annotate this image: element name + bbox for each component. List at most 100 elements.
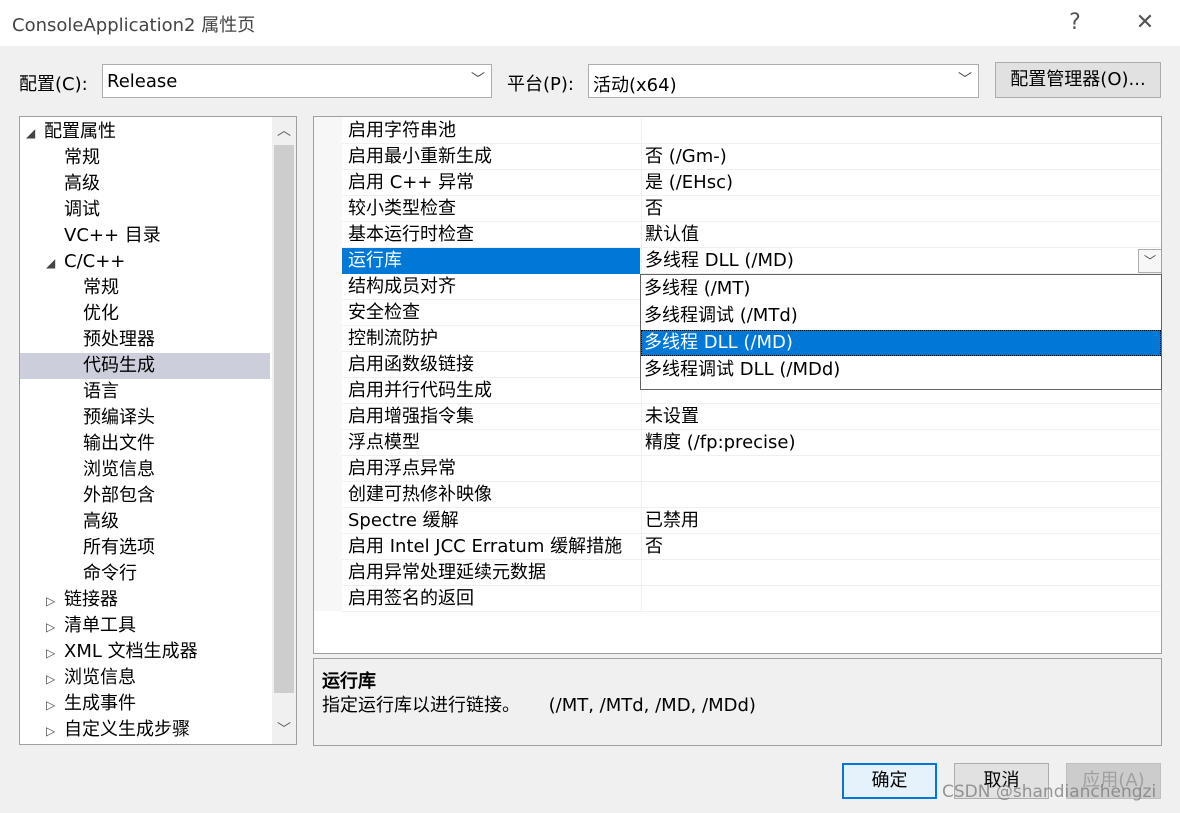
- tree-item-label: 清单工具: [64, 615, 136, 636]
- column-divider: [641, 430, 642, 456]
- tree-scrollbar[interactable]: ︿ ﹀: [272, 117, 296, 744]
- property-name: 运行库: [348, 250, 402, 271]
- scroll-down-icon[interactable]: ﹀: [272, 718, 296, 742]
- platform-value: 活动(x64): [593, 75, 677, 96]
- expand-icon[interactable]: ▷: [46, 588, 64, 614]
- tree-item[interactable]: 预编译头: [20, 405, 270, 431]
- property-row[interactable]: 启用 Intel JCC Erratum 缓解措施 否: [342, 534, 1161, 560]
- property-name: 启用字符串池: [348, 120, 456, 141]
- property-name: 启用签名的返回: [348, 588, 474, 609]
- dropdown-option[interactable]: 多线程调试 DLL (/MDd): [641, 357, 1161, 383]
- tree-item-label: 常规: [83, 277, 119, 298]
- column-divider: [641, 222, 642, 248]
- expand-icon[interactable]: ▷: [46, 692, 64, 718]
- tree-item[interactable]: VC++ 目录: [20, 223, 270, 249]
- tree-item-label: 常规: [64, 147, 100, 168]
- tree-item[interactable]: 所有选项: [20, 535, 270, 561]
- property-row[interactable]: Spectre 缓解 已禁用: [342, 508, 1161, 534]
- property-value[interactable]: 多线程 DLL (/MD): [645, 248, 794, 274]
- property-value[interactable]: 否: [645, 196, 663, 222]
- runtime-library-dropdown[interactable]: 多线程 (/MT) 多线程调试 (/MTd) 多线程 DLL (/MD) 多线程调试 …: [640, 274, 1162, 390]
- column-divider: [641, 560, 642, 586]
- property-value[interactable]: 是 (/EHsc): [645, 170, 733, 196]
- chevron-down-icon[interactable]: ﹀: [1138, 249, 1161, 273]
- config-manager-button[interactable]: 配置管理器(O)...: [995, 62, 1161, 98]
- property-value[interactable]: 默认值: [645, 222, 699, 248]
- property-name: 启用 Intel JCC Erratum 缓解措施: [348, 536, 623, 557]
- tree-item[interactable]: ◢ C/C++: [20, 249, 270, 275]
- tree-item-label: 高级: [83, 511, 119, 532]
- tree-item[interactable]: 浏览信息: [20, 457, 270, 483]
- property-row[interactable]: 浮点模型 精度 (/fp:precise): [342, 430, 1161, 456]
- property-name: 启用增强指令集: [348, 406, 474, 427]
- property-row[interactable]: 启用增强指令集 未设置: [342, 404, 1161, 430]
- tree-item[interactable]: ▷ 链接器: [20, 587, 270, 613]
- tree-item[interactable]: ▷ XML 文档生成器: [20, 639, 270, 665]
- tree-item[interactable]: 预处理器: [20, 327, 270, 353]
- property-row[interactable]: 启用异常处理延续元数据: [342, 560, 1161, 586]
- ok-button[interactable]: 确定: [842, 763, 937, 799]
- tree-item-label: 链接器: [64, 589, 118, 610]
- property-value[interactable]: 精度 (/fp:precise): [645, 430, 796, 456]
- tree-item[interactable]: ▷ 生成事件: [20, 691, 270, 717]
- property-value[interactable]: 未设置: [645, 404, 699, 430]
- property-row[interactable]: 运行库 多线程 DLL (/MD) ﹀: [342, 248, 1161, 274]
- property-value[interactable]: 否: [645, 534, 663, 560]
- property-name: 启用最小重新生成: [348, 146, 492, 167]
- tree-item[interactable]: ◢ 配置属性: [20, 119, 270, 145]
- config-value: Release: [107, 71, 178, 92]
- property-row[interactable]: 较小类型检查 否: [342, 196, 1161, 222]
- tree-item[interactable]: 常规: [20, 145, 270, 171]
- expand-icon[interactable]: ▷: [46, 718, 64, 744]
- property-row[interactable]: 启用签名的返回: [342, 586, 1161, 612]
- scroll-up-icon[interactable]: ︿: [272, 119, 296, 143]
- property-name: 浮点模型: [348, 432, 420, 453]
- scroll-thumb[interactable]: [274, 145, 294, 693]
- dropdown-option[interactable]: 多线程调试 (/MTd): [641, 303, 1161, 329]
- tree-item[interactable]: 代码生成: [20, 353, 270, 379]
- property-name: 安全检查: [348, 302, 420, 323]
- collapse-icon[interactable]: ◢: [26, 120, 44, 146]
- property-row[interactable]: 基本运行时检查 默认值: [342, 222, 1161, 248]
- property-row[interactable]: 启用 C++ 异常 是 (/EHsc): [342, 170, 1161, 196]
- tree-item[interactable]: 常规: [20, 275, 270, 301]
- tree-item-label: 自定义生成步骤: [64, 719, 190, 740]
- tree-item[interactable]: 语言: [20, 379, 270, 405]
- tree-item[interactable]: ▷ 清单工具: [20, 613, 270, 639]
- platform-label: 平台(P):: [507, 74, 574, 95]
- tree-item[interactable]: 优化: [20, 301, 270, 327]
- collapse-icon[interactable]: ◢: [46, 250, 64, 276]
- tree-item[interactable]: ▷ 自定义生成步骤: [20, 717, 270, 743]
- tree-item-label: 预处理器: [83, 329, 155, 350]
- window-title: ConsoleApplication2 属性页: [12, 15, 256, 36]
- property-value[interactable]: 否 (/Gm-): [645, 144, 727, 170]
- help-button[interactable]: ?: [1060, 8, 1090, 38]
- tree-item[interactable]: 高级: [20, 509, 270, 535]
- property-row[interactable]: 启用字符串池: [342, 118, 1161, 144]
- platform-combo[interactable]: 活动(x64) ﹀: [588, 64, 979, 98]
- expand-icon[interactable]: ▷: [46, 666, 64, 692]
- property-row[interactable]: 创建可热修补映像: [342, 482, 1161, 508]
- tree-item[interactable]: 高级: [20, 171, 270, 197]
- config-combo[interactable]: Release ﹀: [102, 64, 492, 98]
- tree-item-label: 命令行: [83, 563, 137, 584]
- tree-item[interactable]: ▷ 浏览信息: [20, 665, 270, 691]
- property-row[interactable]: 启用浮点异常: [342, 456, 1161, 482]
- expand-icon[interactable]: ▷: [46, 614, 64, 640]
- dropdown-option[interactable]: 多线程 DLL (/MD): [641, 330, 1161, 356]
- property-name: 结构成员对齐: [348, 276, 456, 297]
- property-tree[interactable]: ◢ 配置属性 常规 高级 调试 VC++ 目录 ◢ C/C++ 常规 优化 预处理器 代码生成 语言 预编…: [19, 116, 297, 745]
- close-icon[interactable]: ✕: [1130, 8, 1160, 38]
- tree-item[interactable]: 外部包含: [20, 483, 270, 509]
- property-value[interactable]: 已禁用: [645, 508, 699, 534]
- tree-item[interactable]: 输出文件: [20, 431, 270, 457]
- property-name: 启用并行代码生成: [348, 380, 492, 401]
- dropdown-option[interactable]: 多线程 (/MT): [641, 276, 1161, 302]
- expand-icon[interactable]: ▷: [46, 640, 64, 666]
- tree-item[interactable]: 调试: [20, 197, 270, 223]
- tree-item[interactable]: 命令行: [20, 561, 270, 587]
- property-row[interactable]: 启用最小重新生成 否 (/Gm-): [342, 144, 1161, 170]
- property-name: 控制流防护: [348, 328, 438, 349]
- tree-item-label: 调试: [64, 199, 100, 220]
- column-divider: [641, 404, 642, 430]
